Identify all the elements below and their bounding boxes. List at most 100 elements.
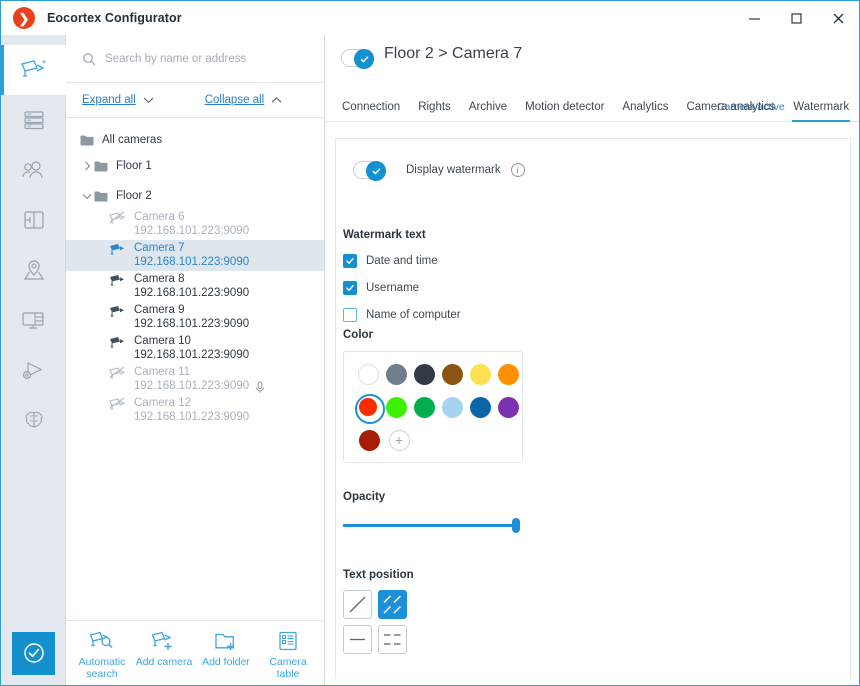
color-swatch[interactable] [382,362,410,386]
camera-icon [109,242,126,256]
checkbox-checked-icon [343,281,357,295]
watermark-text-section: Watermark text Date and time Username Na… [336,229,586,322]
app-window: ❯ Eocortex Configurator * Search by name… [0,0,860,686]
swatch-gray [385,363,407,385]
tree-camera-row[interactable]: Camera 6 192.168.101.223:9090 [66,209,324,240]
color-swatch[interactable] [410,362,438,386]
play-gear-icon [22,362,42,380]
swatch-dark [413,363,435,385]
rail-item-views[interactable] [1,195,66,245]
color-swatch[interactable] [494,362,522,386]
color-swatch[interactable] [354,362,382,386]
rail-item-automation[interactable] [1,345,66,395]
camera-enable-toggle[interactable] [341,49,374,69]
page-title: Floor 2 > Camera 7 [384,45,523,62]
tab-camera-analytics[interactable]: Camera analytics [677,101,784,121]
swatch-dark-red [358,429,380,451]
camera-table-button[interactable]: Camera table [257,628,319,680]
opacity-title: Opacity [343,491,386,503]
tab-connection[interactable]: Connection [333,101,409,121]
camera-address: 192.168.101.223:9090 [134,411,250,423]
save-settings-container [1,620,66,685]
camera-tree-panel: Expand all Collapse all All cameras [66,35,325,685]
swatch-light-blue [441,396,463,418]
tree-camera-row[interactable]: Camera 10 192.168.101.223:9090 [66,333,324,364]
camera-star-icon: * [20,59,46,77]
checkbox-row-name-of-computer[interactable]: Name of computer [343,308,586,322]
tab-watermark[interactable]: Watermark [784,101,858,122]
checkbox-row-date-time[interactable]: Date and time [343,254,586,268]
chevron-right-icon[interactable] [80,161,94,171]
checkbox-unchecked-icon [343,308,357,322]
display-watermark-toggle[interactable] [353,161,386,181]
text-position-title: Text position [343,569,414,581]
camera-icon [109,273,126,287]
expand-all-link[interactable]: Expand all [82,94,154,106]
tab-analytics[interactable]: Analytics [613,101,677,121]
rail-item-maps[interactable] [1,245,66,295]
minimize-button[interactable] [733,1,775,35]
position-single-horizontal-button[interactable] [343,625,372,654]
camera-address: 192.168.101.223:9090 [134,287,250,299]
color-swatch[interactable] [382,395,410,419]
swatch-brown [441,363,463,385]
color-swatch[interactable] [354,428,384,452]
chevron-down-icon[interactable] [80,193,94,200]
add-color-button[interactable]: + [384,428,414,452]
camera-disabled-icon [109,366,126,380]
color-swatch[interactable] [410,395,438,419]
tab-motion-detector[interactable]: Motion detector [516,101,613,121]
tree-node-floor-2[interactable]: Floor 2 [66,183,324,209]
toolbar-label: Camera table [269,656,307,680]
automatic-search-button[interactable]: Automatic search [71,628,133,680]
rail-item-servers[interactable] [1,95,66,145]
tree-camera-row[interactable]: Camera 11 192.168.101.223:9090 [66,364,324,395]
camera-plus-icon [151,628,177,654]
checkbox-row-username[interactable]: Username [343,281,586,295]
tree-camera-row[interactable]: Camera 12 192.168.101.223:9090 [66,395,324,426]
plus-icon: + [388,429,410,451]
add-folder-button[interactable]: Add folder [195,628,257,668]
camera-disabled-icon [109,211,126,225]
color-swatch[interactable] [438,395,466,419]
position-tiled-diagonal-button[interactable] [378,590,407,619]
swatch-orange [497,363,519,385]
tree-node-floor-1[interactable]: Floor 1 [66,153,324,179]
tree-camera-row[interactable]: Camera 8 192.168.101.223:9090 [66,271,324,302]
swatch-purple [497,396,519,418]
rail-item-neural[interactable] [1,395,66,445]
color-swatch-selected[interactable] [354,394,385,424]
text-position-section: Text position [336,569,414,660]
checkbox-checked-icon [343,254,357,268]
apply-settings-button[interactable] [12,631,55,675]
position-tiled-horizontal-button[interactable] [378,625,407,654]
layout-grid-icon [23,211,44,229]
swatch-lime [385,396,407,418]
tree-camera-row-selected[interactable]: Camera 7 192.168.101.223:9090 [66,240,324,271]
close-button[interactable] [817,1,859,35]
checkbox-label: Date and time [366,255,438,267]
color-swatch[interactable] [466,362,494,386]
color-row-3: + [354,428,522,452]
position-single-diagonal-button[interactable] [343,590,372,619]
rail-item-monitors[interactable] [1,295,66,345]
opacity-slider[interactable] [343,517,520,533]
color-swatch[interactable] [438,362,466,386]
rail-item-users[interactable] [1,145,66,195]
slider-thumb[interactable] [512,518,520,533]
info-icon[interactable]: i [510,163,525,177]
search-input[interactable] [105,52,295,65]
color-swatch[interactable] [494,395,522,419]
tree-camera-row[interactable]: Camera 9 192.168.101.223:9090 [66,302,324,333]
color-swatch[interactable] [466,395,494,419]
tree-node-all-cameras[interactable]: All cameras [66,127,324,153]
add-camera-button[interactable]: Add camera [133,628,195,668]
maximize-button[interactable] [775,1,817,35]
collapse-all-link[interactable]: Collapse all [205,94,282,106]
tab-archive[interactable]: Archive [460,101,516,121]
text-position-row-2 [343,625,414,654]
camera-address: 192.168.101.223:9090 [134,256,250,268]
camera-icon [109,335,126,349]
rail-item-cameras[interactable]: * [1,45,66,95]
tab-rights[interactable]: Rights [409,101,460,121]
